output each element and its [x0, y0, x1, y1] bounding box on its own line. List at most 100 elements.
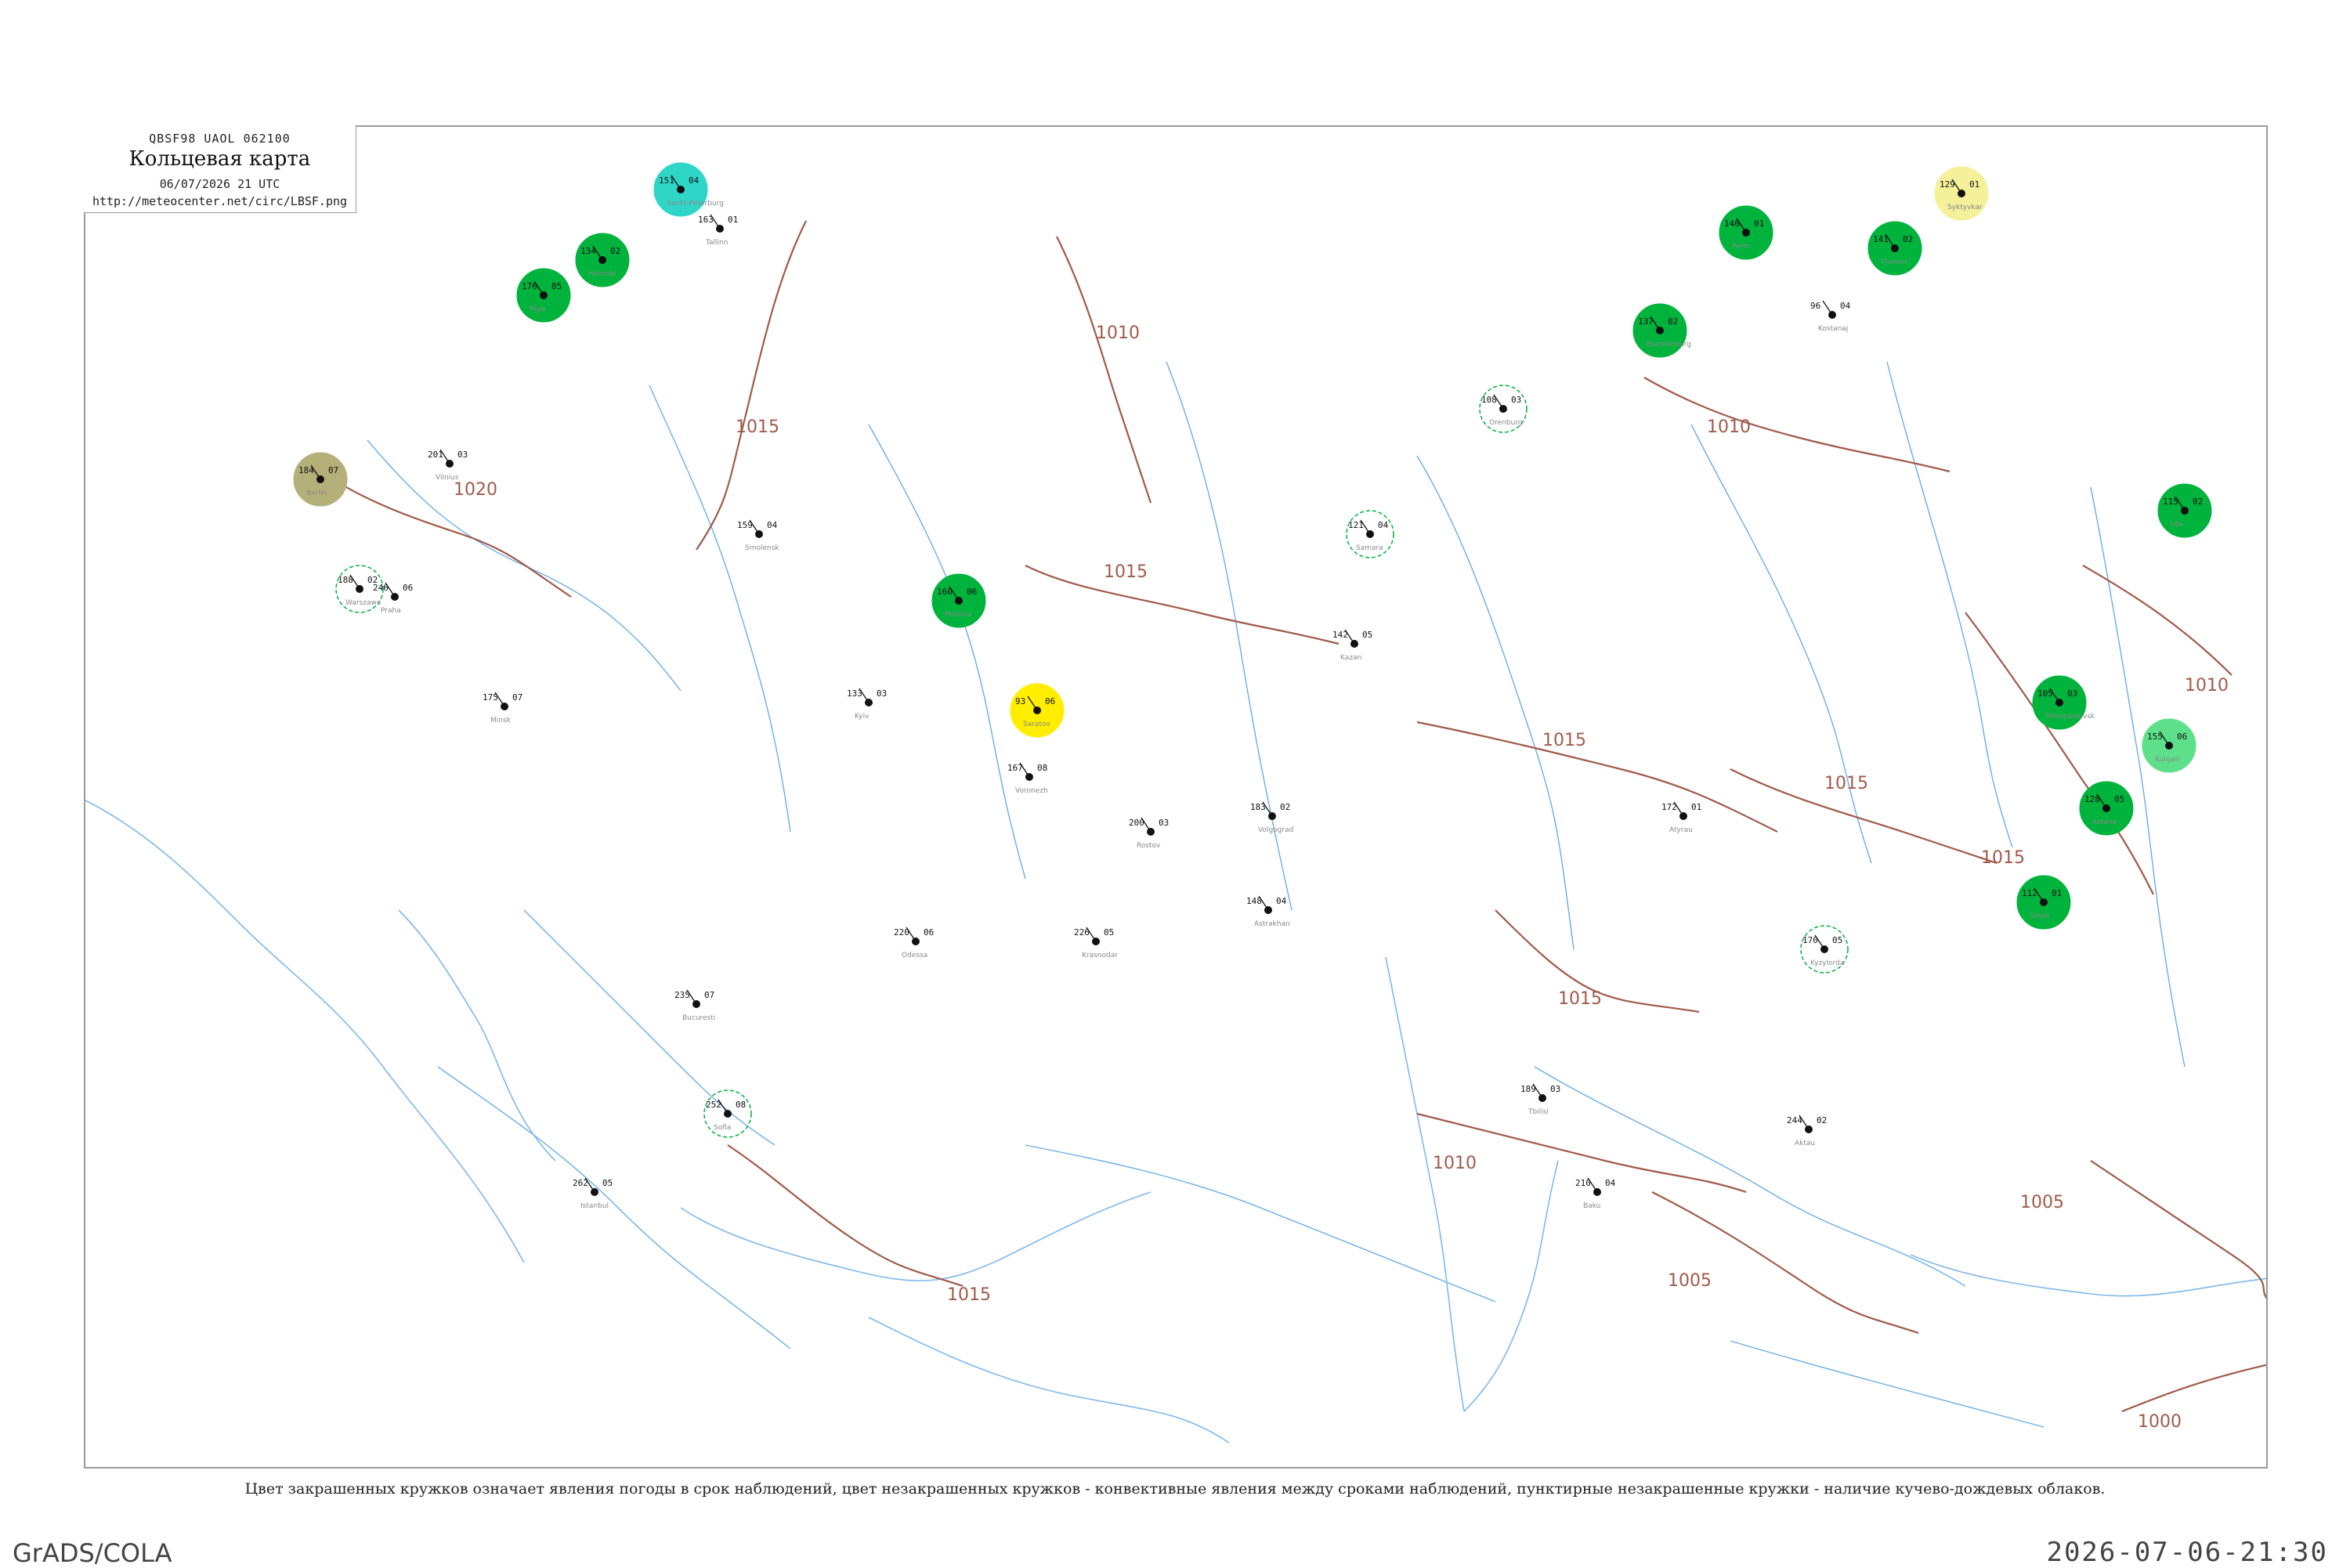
- map-date: 06/07/2026 21 UTC: [159, 177, 280, 191]
- coastline-4: [1463, 1160, 1559, 1412]
- station-kyzylorda[interactable]: 170 05 Kyzylorda: [1800, 925, 1849, 974]
- station-astana[interactable]: 128 05 Astana: [2079, 781, 2134, 836]
- station-tendency: 01: [1754, 219, 1764, 229]
- station-name: Berlin: [306, 490, 327, 497]
- isobar-line-4: [1416, 721, 1778, 833]
- station-pressure: 105: [2037, 688, 2053, 699]
- station-pressure: 112: [2022, 888, 2037, 898]
- station-tendency: 06: [2177, 732, 2187, 742]
- station-ekaterinburg[interactable]: 137 02 Ekaterinburg: [1632, 303, 1691, 358]
- station-name: Kyiv: [855, 713, 870, 721]
- station-perm[interactable]: 146 01 Perm: [1719, 205, 1773, 260]
- station-tendency: 02: [1817, 1115, 1827, 1125]
- station-name: Rostov: [1137, 842, 1161, 850]
- station-minsk[interactable]: 175 07 Minsk: [483, 692, 522, 724]
- station-aktau[interactable]: 244 02 Aktau: [1787, 1115, 1827, 1147]
- wind-barb-icon: [1822, 300, 1833, 316]
- station-vilnius[interactable]: 201 03 Vilnius: [428, 449, 468, 482]
- station-pressure: 210: [1575, 1178, 1591, 1188]
- river-11: [1730, 1340, 2044, 1428]
- station-riga[interactable]: 176 05 Riga: [516, 268, 571, 323]
- station-tendency: 01: [1691, 802, 1701, 812]
- station-pressure: 148: [1246, 896, 1262, 906]
- station-name: Smolensk: [745, 544, 779, 552]
- station-bucuresti[interactable]: 235 07 Bucuresti: [674, 989, 715, 1022]
- station-kazan[interactable]: 142 05 Kazan: [1332, 629, 1372, 662]
- isobar-label-6: 1010: [1433, 1154, 1477, 1173]
- isobar-line-3: [1025, 565, 1340, 645]
- station-name: Volgograd: [1258, 826, 1293, 834]
- station-tendency: 07: [328, 465, 338, 475]
- river-7: [2090, 486, 2186, 1068]
- station-tendency: 08: [736, 1100, 746, 1110]
- station-pressure: 137: [1638, 316, 1654, 327]
- station-orenburg[interactable]: 108 03 Orenburg: [1479, 385, 1528, 433]
- station-smolensk[interactable]: 159 04 Smolensk: [737, 519, 779, 552]
- station-voronezh[interactable]: 167 08 Voronezh: [1007, 762, 1048, 795]
- station-kyiv[interactable]: 133 03 Kyiv: [847, 688, 887, 721]
- station-omsk[interactable]: 112 01 Omsk: [2016, 875, 2071, 930]
- station-istanbul[interactable]: 262 05 Istanbul: [573, 1177, 613, 1210]
- station-berlin[interactable]: 184 07 Berlin: [293, 452, 348, 507]
- station-tjumen[interactable]: 141 02 Tjumen: [1867, 221, 1922, 276]
- station-atyrau[interactable]: 172 01 Atyrau: [1661, 801, 1701, 834]
- map-url-link[interactable]: http://meteocenter.net/circ/LBSF.png: [84, 194, 356, 208]
- station-name: Tbilisi: [1528, 1108, 1549, 1116]
- station-pressure: 96: [1810, 301, 1820, 311]
- station-volgograd[interactable]: 183 02 Volgograd: [1250, 801, 1293, 834]
- station-tendency: 01: [1969, 179, 1979, 190]
- station-sofia[interactable]: 252 08 Sofia: [703, 1089, 752, 1138]
- station-name: Tallinn: [705, 239, 728, 247]
- station-tendency: 05: [1832, 935, 1842, 945]
- station-syktyvkar[interactable]: 129 01 Syktyvkar: [1934, 166, 1989, 221]
- station-helsinki[interactable]: 134 02 Helsinki: [575, 233, 630, 287]
- station-pressure: 200: [1129, 818, 1144, 828]
- station-pressure: 155: [2147, 732, 2163, 742]
- station-tendency: 02: [1903, 234, 1913, 244]
- station-saratov[interactable]: 93 06 Saratov: [1010, 683, 1065, 738]
- station-samara[interactable]: 121 04 Samara: [1346, 510, 1394, 558]
- station-ufa[interactable]: 115 02 Ufa: [2157, 483, 2212, 538]
- station-rostov[interactable]: 200 03 Rostov: [1129, 817, 1169, 850]
- station-name: Vilnius: [436, 474, 459, 482]
- station-tallinn[interactable]: 163 01 Tallinn: [698, 214, 738, 247]
- station-name: Perm: [1732, 243, 1750, 251]
- station-moskva[interactable]: 160 06 Moskva: [931, 573, 986, 628]
- station-tendency: 01: [728, 215, 738, 225]
- station-odessa[interactable]: 220 06 Odessa: [894, 927, 934, 959]
- station-kostanaj[interactable]: 96 04 Kostanaj: [1810, 300, 1851, 333]
- station-pressure: 244: [1787, 1115, 1802, 1125]
- station-baku[interactable]: 210 04 Baku: [1575, 1177, 1616, 1210]
- isobar-label-7: 1010: [1707, 417, 1751, 437]
- station-pressure: 262: [573, 1178, 588, 1188]
- map-title: Кольцевая карта: [128, 147, 311, 171]
- station-name: Omsk: [2030, 912, 2051, 920]
- station-pressure: 246: [373, 583, 389, 593]
- station-name: Voronezh: [1015, 787, 1048, 795]
- station-name: Orenburg: [1489, 419, 1523, 427]
- station-pressure: 167: [1007, 763, 1023, 773]
- station-pressure: 163: [698, 215, 714, 225]
- station-tendency: 05: [1362, 630, 1372, 640]
- station-astrakhan[interactable]: 148 04 Astrakhan: [1246, 895, 1290, 928]
- station-name: Aktau: [1795, 1140, 1815, 1147]
- station-sankt-peterburg[interactable]: 151 04 Sankt-Peterburg: [653, 162, 724, 217]
- station-pressure: 175: [483, 692, 498, 703]
- station-name: Ufa: [2171, 521, 2182, 529]
- station-pressure: 220: [894, 927, 909, 938]
- station-name: Warszawa: [345, 599, 381, 607]
- station-name: Kostanaj: [1818, 325, 1848, 333]
- isobar-label-9: 1015: [1981, 848, 2025, 868]
- station-petropavlovsk[interactable]: 105 03 Petropavlovsk: [2032, 675, 2095, 730]
- station-kurgan[interactable]: 155 06 Kurgan: [2142, 718, 2196, 773]
- station-krasnodar[interactable]: 226 05 Krasnodar: [1074, 927, 1118, 959]
- isobar-label-14: 1015: [947, 1285, 991, 1305]
- station-tendency: 04: [1276, 896, 1287, 906]
- station-pressure: 121: [1348, 520, 1364, 530]
- station-tendency: 07: [704, 990, 714, 1000]
- station-tendency: 05: [551, 281, 562, 291]
- station-tendency: 04: [1378, 520, 1389, 530]
- station-tendency: 05: [2114, 794, 2124, 804]
- station-tbilisi[interactable]: 189 03 Tbilisi: [1520, 1083, 1560, 1116]
- software-credit: GrADS/COLA: [13, 1538, 172, 1568]
